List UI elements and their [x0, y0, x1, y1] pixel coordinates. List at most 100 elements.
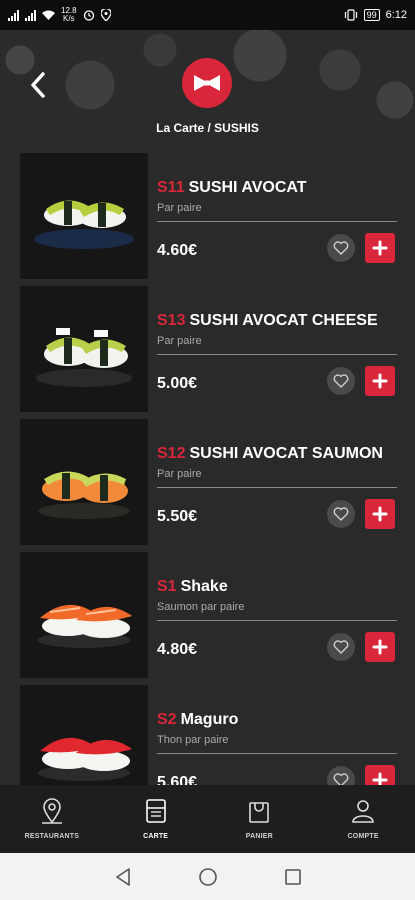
heart-icon	[333, 241, 349, 255]
add-to-cart-button[interactable]	[365, 765, 395, 785]
status-bar: 12.8 K/s 99 6:12	[0, 0, 415, 30]
clock: 6:12	[385, 9, 407, 21]
item-info: S11 SUSHI AVOCAT Par paire 4.60€	[157, 153, 400, 279]
item-title: SUSHI AVOCAT SAUMON	[189, 445, 383, 462]
item-code: S13	[157, 312, 186, 329]
item-name: S12 SUSHI AVOCAT SAUMON	[157, 445, 383, 463]
signal-icon	[8, 9, 19, 21]
list-item[interactable]: S11 SUSHI AVOCAT Par paire 4.60€	[20, 153, 400, 279]
item-info: S13 SUSHI AVOCAT CHEESE Par paire 5.00€	[157, 286, 400, 412]
item-description: Saumon par paire	[157, 601, 245, 613]
add-to-cart-button[interactable]	[365, 632, 395, 662]
divider	[157, 354, 397, 355]
item-code: S2	[157, 711, 177, 728]
add-to-cart-button[interactable]	[365, 499, 395, 529]
system-recents-button[interactable]	[281, 865, 305, 889]
item-description: Par paire	[157, 335, 202, 347]
bowtie-icon	[194, 75, 220, 91]
item-code: S1	[157, 578, 177, 595]
page-title: La Carte / SUSHIS	[156, 121, 259, 135]
back-button[interactable]	[26, 68, 52, 102]
sushi-avocat-photo	[20, 153, 148, 279]
sushi-maguro-photo	[20, 685, 148, 785]
list-item[interactable]: S13 SUSHI AVOCAT CHEESE Par paire 5.00€	[20, 286, 400, 412]
tab-carte[interactable]: CARTE	[104, 785, 208, 853]
shopping-bag-icon	[249, 802, 270, 823]
item-price: 4.80€	[157, 641, 198, 658]
heart-icon	[333, 507, 349, 521]
item-name: S11 SUSHI AVOCAT	[157, 179, 307, 197]
system-home-button[interactable]	[196, 865, 220, 889]
alarm-icon	[83, 10, 94, 21]
item-price: 5.00€	[157, 375, 198, 392]
item-name: S2 Maguro	[157, 711, 238, 729]
map-pin-icon	[41, 798, 62, 824]
system-nav-bar	[0, 853, 415, 900]
tab-label: RESTAURANTS	[24, 833, 80, 840]
heart-icon	[333, 640, 349, 654]
item-price: 5.50€	[157, 508, 198, 525]
favorite-button[interactable]	[327, 633, 355, 661]
heart-icon	[333, 374, 349, 388]
divider	[157, 620, 397, 621]
tab-label: COMPTE	[347, 833, 379, 840]
item-title: SUSHI AVOCAT	[188, 179, 307, 196]
add-to-cart-button[interactable]	[365, 366, 395, 396]
signal-icon-2	[25, 9, 36, 21]
item-title: Shake	[180, 578, 228, 595]
favorite-button[interactable]	[327, 367, 355, 395]
sushi-shake-photo	[20, 552, 148, 678]
add-to-cart-button[interactable]	[365, 233, 395, 263]
favorite-button[interactable]	[327, 234, 355, 262]
item-price: 5.60€	[157, 774, 198, 785]
sushi-avocat-saumon-photo	[20, 419, 148, 545]
user-icon	[352, 800, 374, 823]
tab-compte[interactable]: COMPTE	[311, 785, 415, 853]
recents-square-icon	[284, 868, 301, 885]
plus-icon	[372, 772, 388, 785]
item-info: S2 Maguro Thon par paire 5.60€	[157, 685, 400, 785]
back-triangle-icon	[115, 867, 130, 886]
bottom-tab-bar: RESTAURANTS CARTE PANIER COMPTE	[0, 785, 415, 853]
item-description: Thon par paire	[157, 734, 229, 746]
item-description: Par paire	[157, 202, 202, 214]
plus-icon	[372, 506, 388, 522]
favorite-button[interactable]	[327, 500, 355, 528]
bowtie-logo	[182, 58, 232, 108]
header: La Carte / SUSHIS	[0, 30, 415, 150]
chevron-left-icon	[31, 72, 45, 98]
menu-card-icon	[145, 799, 166, 823]
plus-icon	[372, 240, 388, 256]
favorite-button[interactable]	[327, 766, 355, 785]
item-name: S13 SUSHI AVOCAT CHEESE	[157, 312, 378, 330]
item-title: Maguro	[180, 711, 239, 728]
vibrate-icon	[344, 9, 357, 21]
battery-icon: 99	[363, 9, 380, 21]
item-code: S12	[157, 445, 186, 462]
divider	[157, 487, 397, 488]
wifi-icon	[42, 10, 55, 20]
product-list[interactable]: S11 SUSHI AVOCAT Par paire 4.60€ S13 SUSHI…	[0, 150, 415, 785]
divider	[157, 221, 397, 222]
divider	[157, 753, 397, 754]
list-item[interactable]: S1 Shake Saumon par paire 4.80€	[20, 552, 400, 678]
sushi-avocat-cheese-photo	[20, 286, 148, 412]
list-item[interactable]: S12 SUSHI AVOCAT SAUMON Par paire 5.50€	[20, 419, 400, 545]
item-description: Par paire	[157, 468, 202, 480]
home-circle-icon	[198, 867, 217, 886]
plus-icon	[372, 639, 388, 655]
item-name: S1 Shake	[157, 578, 228, 596]
list-item[interactable]: S2 Maguro Thon par paire 5.60€	[20, 685, 400, 785]
system-back-button[interactable]	[111, 865, 135, 889]
item-info: S12 SUSHI AVOCAT SAUMON Par paire 5.50€	[157, 419, 400, 545]
item-title: SUSHI AVOCAT CHEESE	[189, 312, 378, 329]
tab-label: CARTE	[143, 833, 169, 840]
plus-icon	[372, 373, 388, 389]
tab-restaurants[interactable]: RESTAURANTS	[0, 785, 104, 853]
item-info: S1 Shake Saumon par paire 4.80€	[157, 552, 400, 678]
tab-panier[interactable]: PANIER	[208, 785, 312, 853]
tab-label: PANIER	[245, 833, 273, 840]
item-code: S11	[157, 179, 185, 196]
location-icon	[100, 9, 111, 21]
heart-icon	[333, 773, 349, 785]
